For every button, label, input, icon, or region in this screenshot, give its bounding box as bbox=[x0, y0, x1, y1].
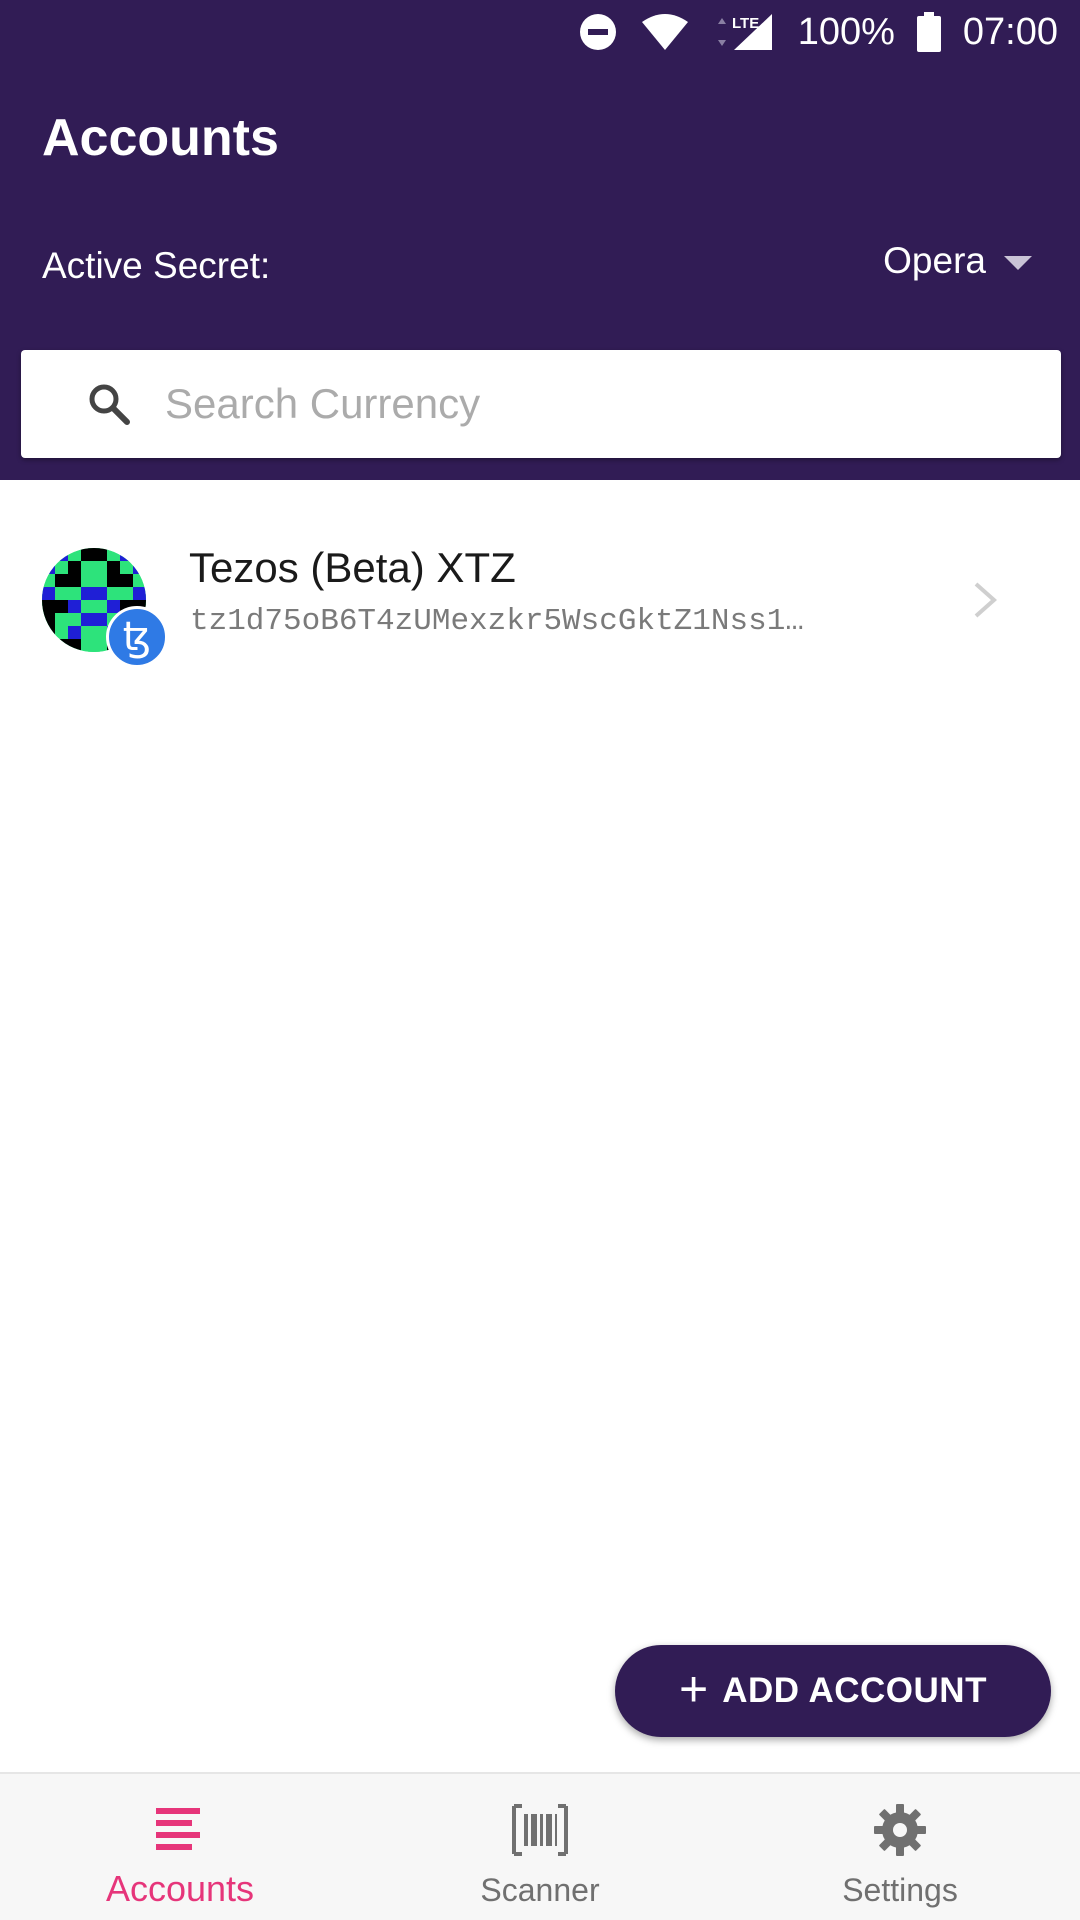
nav-settings-label: Settings bbox=[842, 1872, 958, 1908]
battery-percent: 100% bbox=[797, 10, 895, 53]
gear-icon bbox=[874, 1804, 926, 1856]
add-account-label: ADD ACCOUNT bbox=[722, 1671, 987, 1710]
app-header: LTE 100% 07:00 Accounts Active Secret: O… bbox=[0, 0, 1080, 480]
do-not-disturb-icon bbox=[578, 12, 618, 52]
search-icon bbox=[89, 384, 130, 425]
plus-icon: + bbox=[679, 1661, 709, 1717]
battery-icon bbox=[916, 12, 941, 52]
status-bar: LTE 100% 07:00 bbox=[578, 0, 1058, 64]
active-secret-value: Opera bbox=[883, 240, 986, 281]
accounts-screen: LTE 100% 07:00 Accounts Active Secret: O… bbox=[0, 0, 1080, 1920]
active-secret-dropdown[interactable]: Opera bbox=[883, 240, 1032, 282]
account-address: tz1d75oB6T4zUMexzkr5WscGktZ1Nss1… bbox=[190, 604, 804, 639]
account-list-item[interactable]: ꜩ Tezos (Beta) XTZ tz1d75oB6T4zUMexzkr5W… bbox=[0, 520, 1080, 680]
search-bar bbox=[21, 350, 1061, 458]
dropdown-caret-icon bbox=[1004, 256, 1032, 270]
chevron-right-icon bbox=[974, 582, 998, 618]
nav-scanner-label: Scanner bbox=[480, 1872, 600, 1908]
barcode-icon bbox=[512, 1804, 568, 1856]
signal-icon: LTE bbox=[712, 10, 776, 54]
nav-scanner[interactable]: Scanner bbox=[360, 1774, 720, 1920]
network-type-text: LTE bbox=[732, 15, 759, 32]
list-icon bbox=[156, 1808, 200, 1850]
page-title: Accounts bbox=[42, 109, 279, 167]
active-secret-label: Active Secret: bbox=[42, 245, 271, 286]
nav-settings[interactable]: Settings bbox=[720, 1774, 1080, 1920]
bottom-navigation: Accounts Scanner Settings bbox=[0, 1772, 1080, 1920]
add-account-button[interactable]: + ADD ACCOUNT bbox=[615, 1645, 1051, 1737]
tezos-icon: ꜩ bbox=[106, 606, 168, 668]
nav-accounts[interactable]: Accounts bbox=[0, 1774, 360, 1920]
search-input[interactable] bbox=[165, 350, 1025, 458]
wifi-icon bbox=[640, 12, 690, 52]
nav-accounts-label: Accounts bbox=[105, 1868, 255, 1909]
clock: 07:00 bbox=[962, 10, 1058, 53]
account-name: Tezos (Beta) XTZ bbox=[189, 544, 516, 591]
